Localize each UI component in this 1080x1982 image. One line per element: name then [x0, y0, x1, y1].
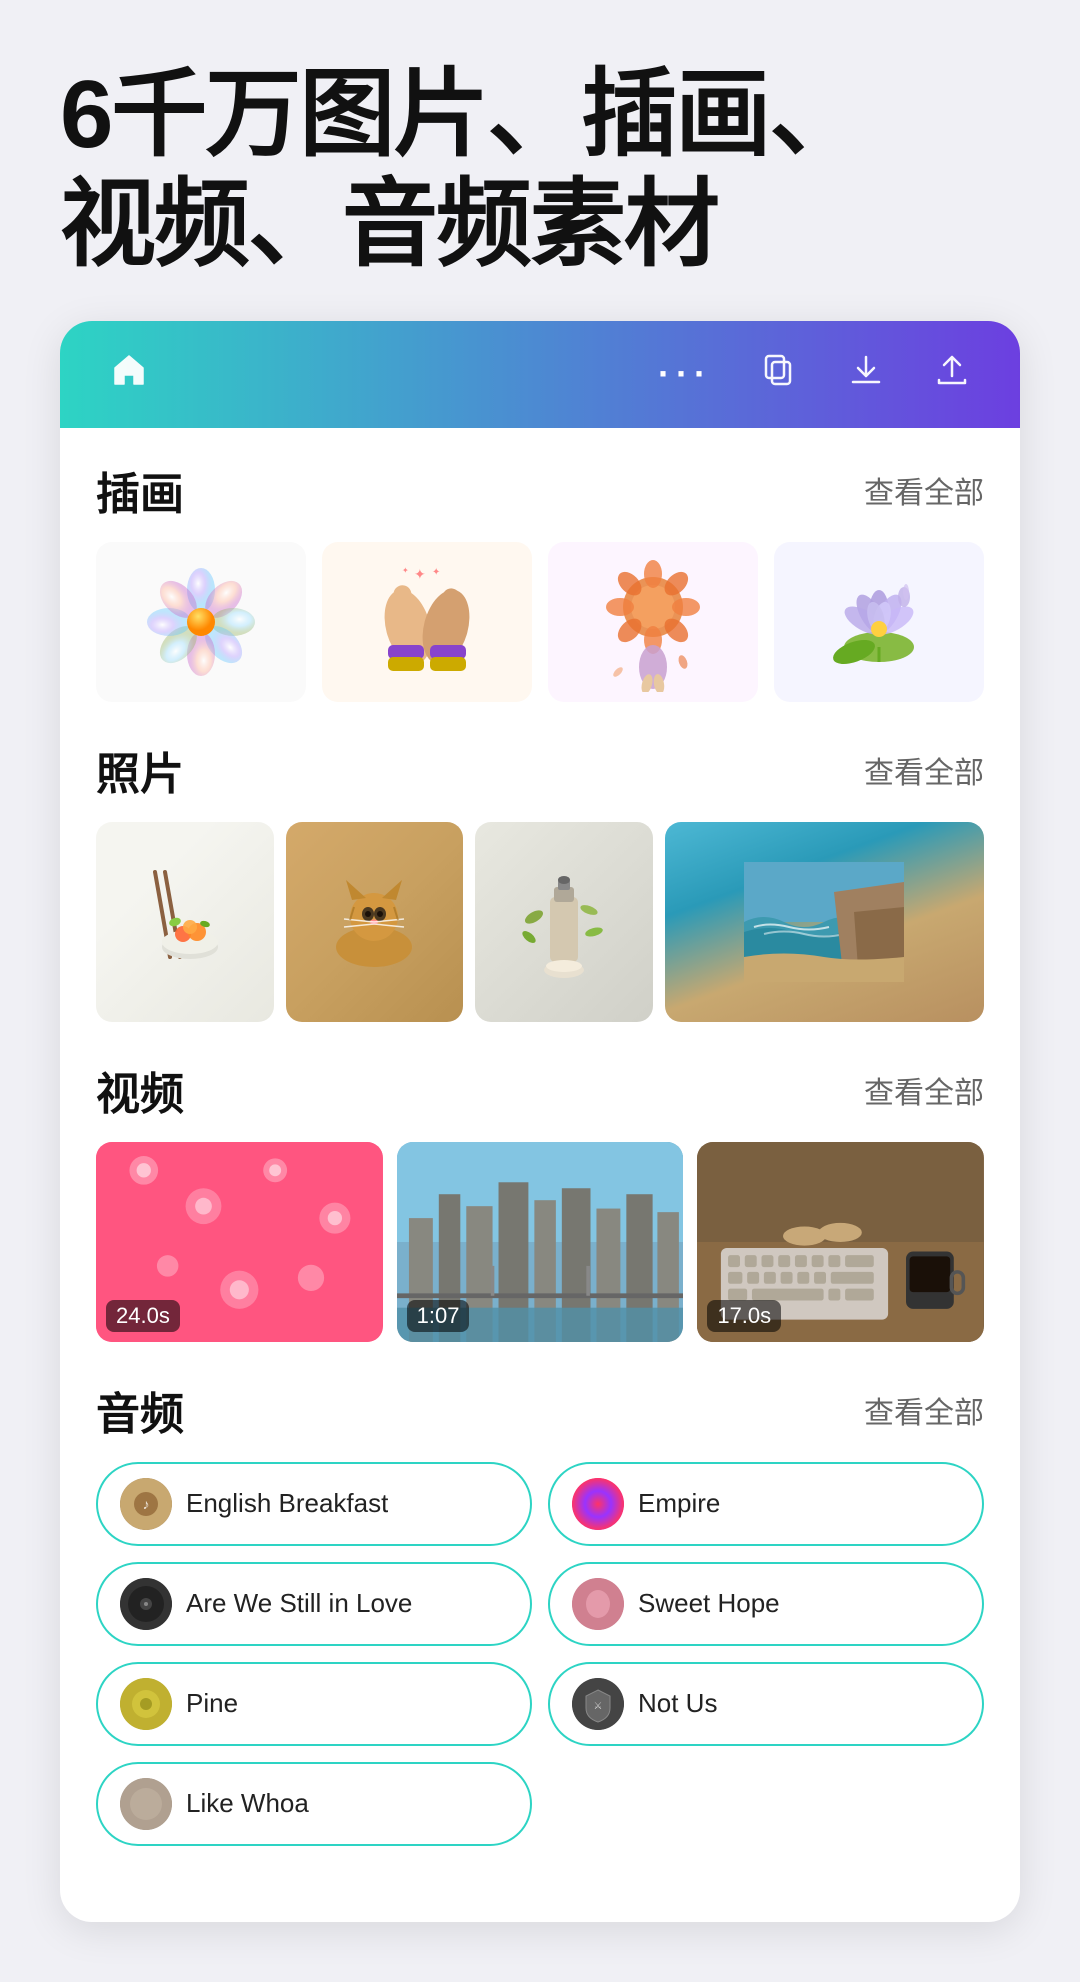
audio-label-like-whoa: Like Whoa [186, 1788, 309, 1819]
svg-text:✦: ✦ [414, 566, 426, 582]
illustrations-title: 插画 [96, 458, 184, 522]
audio-title: 音频 [96, 1378, 184, 1442]
audio-chip-english-breakfast[interactable]: ♪ English Breakfast [96, 1462, 532, 1546]
photos-header: 照片 查看全部 [96, 738, 984, 802]
audio-chip-pine[interactable]: Pine [96, 1662, 532, 1746]
svg-text:⚔: ⚔ [594, 1701, 603, 1712]
audio-view-all[interactable]: 查看全部 [864, 1388, 984, 1432]
svg-text:✦: ✦ [432, 567, 440, 578]
audio-chip-are-we-still-in-love[interactable]: Are We Still in Love [96, 1562, 532, 1646]
audio-thumb-like-whoa [120, 1778, 172, 1830]
audio-grid: ♪ English Breakfast [96, 1462, 984, 1846]
audio-label-sweet-hope: Sweet Hope [638, 1588, 780, 1619]
illust-bubble-flower[interactable] [96, 542, 306, 702]
video-duration-3: 17.0s [707, 1300, 781, 1332]
app-content: 插画 查看全部 [60, 428, 1020, 1922]
audio-label-are-we-still-in-love: Are We Still in Love [186, 1588, 412, 1619]
photo-food[interactable] [96, 822, 274, 1022]
illust-girl-flower[interactable] [548, 542, 758, 702]
hero-title: 6千万图片、插画、 视频、音频素材 [0, 0, 1080, 321]
video-duration-1: 24.0s [106, 1300, 180, 1332]
videos-row: 24.0s [96, 1142, 984, 1342]
audio-chip-like-whoa[interactable]: Like Whoa [96, 1762, 532, 1846]
video-pink-drops[interactable]: 24.0s [96, 1142, 383, 1342]
video-keyboard[interactable]: 17.0s [697, 1142, 984, 1342]
video-city[interactable]: 1:07 [397, 1142, 684, 1342]
videos-title: 视频 [96, 1058, 184, 1122]
audio-thumb-empire [572, 1478, 624, 1530]
videos-header: 视频 查看全部 [96, 1058, 984, 1122]
download-icon[interactable] [848, 352, 884, 397]
photo-sea[interactable] [665, 822, 985, 1022]
illustrations-view-all[interactable]: 查看全部 [864, 468, 984, 512]
audio-header: 音频 查看全部 [96, 1378, 984, 1442]
photos-view-all[interactable]: 查看全部 [864, 748, 984, 792]
photo-oils[interactable] [475, 822, 653, 1022]
audio-chip-sweet-hope[interactable]: Sweet Hope [548, 1562, 984, 1646]
photo-cat[interactable] [286, 822, 464, 1022]
svg-text:♪: ♪ [143, 1496, 150, 1512]
audio-thumb-not-us: ⚔ [572, 1678, 624, 1730]
illustrations-section: 插画 查看全部 [96, 458, 984, 702]
photos-title: 照片 [96, 738, 184, 802]
audio-chip-not-us[interactable]: ⚔ Not Us [548, 1662, 984, 1746]
audio-label-english-breakfast: English Breakfast [186, 1488, 388, 1519]
videos-view-all[interactable]: 查看全部 [864, 1068, 984, 1112]
audio-thumb-pine [120, 1678, 172, 1730]
audio-section: 音频 查看全部 ♪ English Breakfast [96, 1378, 984, 1846]
audio-chip-empire[interactable]: Empire [548, 1462, 984, 1546]
home-icon[interactable] [110, 351, 148, 398]
illustrations-header: 插画 查看全部 [96, 458, 984, 522]
videos-section: 视频 查看全部 [96, 1058, 984, 1342]
more-icon[interactable]: ··· [658, 353, 712, 395]
app-topbar: ··· [60, 321, 1020, 428]
audio-label-empire: Empire [638, 1488, 720, 1519]
audio-label-pine: Pine [186, 1688, 238, 1719]
illustrations-row: ✦ ✦ ✦ [96, 542, 984, 702]
audio-thumb-english-breakfast: ♪ [120, 1478, 172, 1530]
photos-section: 照片 查看全部 [96, 738, 984, 1022]
photos-grid [96, 822, 984, 1022]
svg-text:✦: ✦ [402, 566, 409, 575]
audio-thumb-sweet-hope [572, 1578, 624, 1630]
illust-clapping-hands[interactable]: ✦ ✦ ✦ [322, 542, 532, 702]
topbar-right-icons: ··· [658, 352, 970, 397]
share-icon[interactable] [934, 352, 970, 397]
audio-thumb-are-we-still-in-love [120, 1578, 172, 1630]
app-card: ··· [60, 321, 1020, 1922]
video-duration-2: 1:07 [407, 1300, 470, 1332]
audio-label-not-us: Not Us [638, 1688, 717, 1719]
illust-lotus[interactable] [774, 542, 984, 702]
layers-icon[interactable] [762, 352, 798, 397]
